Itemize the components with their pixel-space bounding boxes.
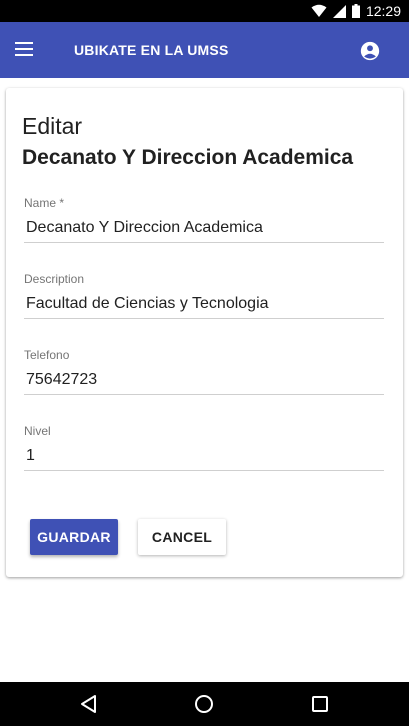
home-icon[interactable] bbox=[192, 692, 216, 716]
cell-signal-icon bbox=[332, 5, 346, 18]
system-nav-bar bbox=[0, 682, 409, 726]
description-input[interactable]: Facultad de Ciencias y Tecnologia bbox=[24, 294, 384, 319]
app-bar: UBIKATE EN LA UMSS bbox=[0, 22, 409, 78]
page-subtitle: Decanato Y Direccion Academica bbox=[22, 146, 354, 169]
cancel-button[interactable]: CANCEL bbox=[138, 519, 226, 555]
name-field: Name * Decanato Y Direccion Academica bbox=[24, 196, 384, 243]
telefono-field: Telefono 75642723 bbox=[24, 348, 384, 395]
recents-icon[interactable] bbox=[308, 692, 332, 716]
page-title: Editar bbox=[22, 113, 83, 139]
battery-icon bbox=[351, 4, 360, 18]
nivel-label: Nivel bbox=[24, 424, 51, 438]
app-title: UBIKATE EN LA UMSS bbox=[74, 42, 229, 58]
name-input[interactable]: Decanato Y Direccion Academica bbox=[24, 218, 384, 243]
wifi-icon bbox=[311, 4, 327, 17]
edit-form-card: Editar Decanato Y Direccion Academica Na… bbox=[6, 88, 403, 577]
description-label: Description bbox=[24, 272, 85, 286]
status-icons: 12:29 bbox=[311, 3, 401, 19]
save-button[interactable]: GUARDAR bbox=[30, 519, 118, 555]
telefono-input[interactable]: 75642723 bbox=[24, 370, 384, 395]
telefono-label: Telefono bbox=[24, 348, 70, 362]
back-icon[interactable] bbox=[77, 692, 101, 716]
account-circle-icon[interactable] bbox=[359, 40, 381, 62]
name-label: Name * bbox=[24, 196, 65, 210]
nivel-input[interactable]: 1 bbox=[24, 446, 384, 471]
status-time: 12:29 bbox=[365, 3, 401, 19]
status-bar: 12:29 bbox=[0, 0, 409, 22]
nivel-field: Nivel 1 bbox=[24, 424, 384, 471]
description-field: Description Facultad de Ciencias y Tecno… bbox=[24, 272, 384, 319]
menu-icon[interactable] bbox=[12, 38, 40, 62]
